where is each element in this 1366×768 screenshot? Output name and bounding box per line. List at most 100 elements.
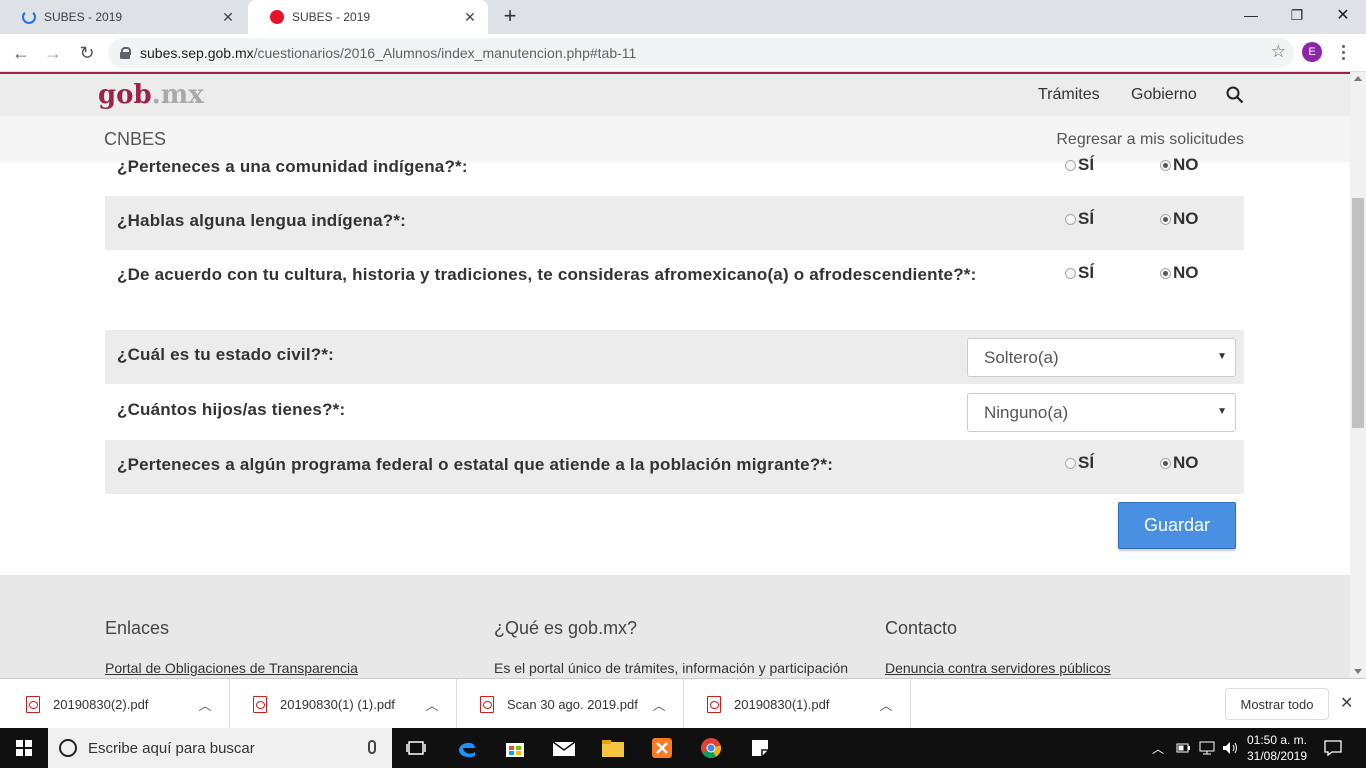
no-option[interactable]: NO xyxy=(1160,453,1199,473)
site-favicon-icon xyxy=(270,10,284,24)
question-text: ¿Hablas alguna lengua indígena?*: xyxy=(117,211,407,230)
question-row: ¿De acuerdo con tu cultura, historia y t… xyxy=(105,250,1244,330)
radio-icon xyxy=(1065,457,1076,469)
xampp-icon[interactable] xyxy=(650,736,674,760)
download-item[interactable]: 20190830(1).pdf ︿ xyxy=(685,679,911,729)
file-explorer-icon[interactable] xyxy=(601,736,625,760)
download-item[interactable]: 20190830(1) (1).pdf ︿ xyxy=(231,679,457,729)
complaint-link[interactable]: Denuncia contra servidores públicos xyxy=(885,660,1111,676)
question-row: ¿Cuántos hijos/as tienes?*: Ninguno(a) ▼ xyxy=(105,384,1244,440)
close-tab-icon[interactable]: ✕ xyxy=(220,9,236,25)
back-arrow-icon[interactable]: ← xyxy=(8,40,34,66)
tray-overflow-icon[interactable]: ︿ xyxy=(1152,728,1164,768)
taskbar-clock[interactable]: 01:50 a. m. 31/08/2019 xyxy=(1246,732,1308,764)
url-path: /cuestionarios/2016_Alumnos/index_manute… xyxy=(253,45,637,61)
radio-checked-icon xyxy=(1160,267,1171,279)
chevron-up-icon[interactable]: ︿ xyxy=(195,695,215,714)
cortana-icon xyxy=(59,739,77,757)
tab-title: SUBES - 2019 xyxy=(44,10,123,24)
sticky-notes-icon[interactable] xyxy=(748,736,772,760)
forward-arrow-icon[interactable]: → xyxy=(40,40,66,66)
yes-option[interactable]: SÍ xyxy=(1065,155,1094,175)
chevron-up-icon[interactable]: ︿ xyxy=(649,695,669,714)
radio-icon xyxy=(1065,267,1076,279)
volume-icon[interactable] xyxy=(1222,728,1240,768)
browser-menu-icon[interactable] xyxy=(1336,40,1350,64)
children-count-select[interactable]: Ninguno(a) ▼ xyxy=(967,393,1236,432)
yes-option[interactable]: SÍ xyxy=(1065,209,1094,229)
taskbar-search-box[interactable]: Escribe aquí para buscar xyxy=(48,728,392,768)
browser-toolbar: ← → ↻ subes.sep.gob.mx/cuestionarios/201… xyxy=(0,34,1366,72)
edge-browser-icon[interactable] xyxy=(455,736,479,760)
question-text: ¿Cuántos hijos/as tienes?*: xyxy=(117,400,346,419)
radio-icon xyxy=(1065,159,1076,171)
page-viewport: gob.mx Trámites Gobierno CNBES Regresar … xyxy=(0,72,1350,678)
battery-icon[interactable] xyxy=(1176,728,1190,768)
maximize-button[interactable]: ❐ xyxy=(1274,0,1320,30)
download-item[interactable]: Scan 30 ago. 2019.pdf ︿ xyxy=(458,679,684,729)
dropdown-caret-icon: ▼ xyxy=(1217,351,1227,362)
save-button[interactable]: Guardar xyxy=(1118,502,1236,549)
civil-status-select[interactable]: Soltero(a) ▼ xyxy=(967,338,1236,377)
search-icon[interactable] xyxy=(1226,86,1244,104)
tab-title: SUBES - 2019 xyxy=(292,10,371,24)
mail-icon[interactable] xyxy=(552,736,576,760)
pdf-file-icon xyxy=(707,695,721,713)
browser-tab-1[interactable]: SUBES - 2019 ✕ xyxy=(0,0,246,34)
network-icon[interactable] xyxy=(1199,728,1215,768)
page-scrollbar[interactable] xyxy=(1350,72,1366,678)
profile-avatar[interactable]: E xyxy=(1302,42,1322,62)
new-tab-button[interactable]: + xyxy=(498,5,522,29)
reload-icon[interactable]: ↻ xyxy=(74,40,100,66)
scroll-thumb[interactable] xyxy=(1352,198,1364,428)
yes-option[interactable]: SÍ xyxy=(1065,263,1094,283)
footer-about-title: ¿Qué es gob.mx? xyxy=(494,618,638,638)
radio-icon xyxy=(1065,213,1076,225)
close-icon[interactable]: ✕ xyxy=(1340,693,1353,713)
close-window-button[interactable]: ✕ xyxy=(1320,0,1366,30)
page-footer: Enlaces Portal de Obligaciones de Transp… xyxy=(0,575,1350,678)
windows-start-icon[interactable] xyxy=(16,740,32,756)
scroll-up-icon[interactable] xyxy=(1354,76,1362,81)
pdf-file-icon xyxy=(253,695,267,713)
chevron-up-icon[interactable]: ︿ xyxy=(422,695,442,714)
browser-tab-2[interactable]: SUBES - 2019 ✕ xyxy=(248,0,488,34)
bookmark-star-icon[interactable]: ☆ xyxy=(1271,42,1286,62)
lock-icon xyxy=(120,47,131,59)
scroll-down-icon[interactable] xyxy=(1354,669,1362,674)
radio-checked-icon xyxy=(1160,159,1171,171)
gobmx-logo[interactable]: gob.mx xyxy=(98,80,204,110)
nav-link-tramites[interactable]: Trámites xyxy=(1038,86,1100,104)
no-option[interactable]: NO xyxy=(1160,155,1199,175)
radio-checked-icon xyxy=(1160,457,1171,469)
transparency-portal-link[interactable]: Portal de Obligaciones de Transparencia xyxy=(105,660,358,676)
close-tab-icon[interactable]: ✕ xyxy=(462,9,478,25)
no-option[interactable]: NO xyxy=(1160,263,1199,283)
back-to-requests-link[interactable]: Regresar a mis solicitudes xyxy=(1056,131,1244,149)
nav-link-gobierno[interactable]: Gobierno xyxy=(1131,86,1197,104)
question-row: ¿Cuál es tu estado civil?*: Soltero(a) ▼ xyxy=(105,330,1244,384)
download-item[interactable]: 20190830(2).pdf ︿ xyxy=(4,679,230,729)
brand-title[interactable]: CNBES xyxy=(104,129,166,150)
footer-about-text: Es el portal único de trámites, informac… xyxy=(494,660,849,676)
browser-tab-strip: SUBES - 2019 ✕ SUBES - 2019 ✕ + — ❐ ✕ xyxy=(0,0,1366,34)
question-row: ¿Perteneces a algún programa federal o e… xyxy=(105,440,1244,494)
chrome-icon[interactable] xyxy=(699,736,723,760)
question-text: ¿Perteneces a una comunidad indígena?*: xyxy=(117,157,468,176)
address-bar[interactable]: subes.sep.gob.mx/cuestionarios/2016_Alum… xyxy=(108,38,1294,68)
yes-option[interactable]: SÍ xyxy=(1065,453,1094,473)
store-icon[interactable] xyxy=(503,736,527,760)
footer-links-title: Enlaces xyxy=(105,618,170,638)
question-text: ¿De acuerdo con tu cultura, historia y t… xyxy=(117,265,977,284)
windows-taskbar: Escribe aquí para buscar ︿ 01:50 a. m. 3… xyxy=(0,728,1366,768)
minimize-button[interactable]: — xyxy=(1228,0,1274,30)
task-view-icon[interactable] xyxy=(404,736,428,760)
show-all-downloads-button[interactable]: Mostrar todo xyxy=(1225,688,1329,720)
no-option[interactable]: NO xyxy=(1160,209,1199,229)
download-shelf: 20190830(2).pdf ︿ 20190830(1) (1).pdf ︿ … xyxy=(0,678,1366,729)
chevron-up-icon[interactable]: ︿ xyxy=(876,695,896,714)
microphone-icon[interactable] xyxy=(368,740,376,754)
notifications-icon[interactable] xyxy=(1324,728,1342,768)
clock-time: 01:50 a. m. xyxy=(1246,733,1308,747)
pdf-file-icon xyxy=(26,695,40,713)
